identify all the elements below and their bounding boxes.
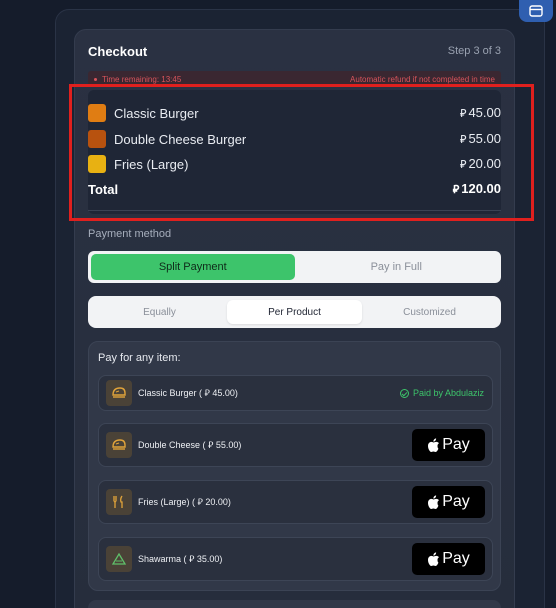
shawarma-icon: [106, 546, 132, 572]
pay-item-name: Double Cheese ( ⃁ 55.00): [138, 439, 242, 450]
step-indicator: Step 3 of 3: [447, 45, 501, 57]
order-summary: Classic Burger ⃁ 45.00 Double Cheese Burg…: [88, 90, 501, 214]
item-color-swatch: [88, 104, 106, 122]
timer-text: Time remaining: 13:45: [102, 74, 182, 84]
pay-item-row: Classic Burger ( ⃁ 45.00) Paid by Abdula…: [98, 375, 493, 411]
tab-customized[interactable]: Customized: [362, 300, 497, 324]
item-name: Classic Burger: [114, 105, 199, 121]
pay-item-row: Fries (Large) ( ⃁ 20.00) Pay: [98, 480, 493, 524]
pay-item-row: Shawarma ( ⃁ 35.00) Pay: [98, 537, 493, 581]
item-color-swatch: [88, 155, 106, 173]
summary-total-row: Total ⃁ 120.00: [88, 179, 501, 199]
summary-row: Fries (Large) ⃁ 20.00: [88, 154, 501, 174]
split-payment-option[interactable]: Split Payment: [91, 254, 295, 280]
item-price: ⃁ 20.00: [459, 156, 501, 171]
item-price: ⃁ 55.00: [459, 131, 501, 146]
burger-icon: [106, 380, 132, 406]
card-icon: [529, 5, 543, 17]
tab-per-product[interactable]: Per Product: [227, 300, 362, 324]
pay-item-name: Fries (Large) ( ⃁ 20.00): [138, 496, 231, 507]
pay-in-full-option[interactable]: Pay in Full: [295, 254, 499, 280]
tab-equally[interactable]: Equally: [92, 300, 227, 324]
fries-icon: [106, 489, 132, 515]
payment-mode-toggle: Split Payment Pay in Full: [88, 251, 501, 283]
pay-item-row: Double Cheese ( ⃁ 55.00) Pay: [98, 423, 493, 467]
summary-divider: [88, 210, 501, 211]
total-value: ⃁ 120.00: [452, 181, 501, 196]
apple-pay-label: Pay: [442, 493, 470, 510]
payment-method-label: Payment method: [88, 228, 172, 240]
apple-pay-label: Pay: [442, 550, 470, 567]
item-name: Fries (Large): [114, 156, 189, 172]
apple-icon: [428, 551, 440, 566]
apple-pay-button[interactable]: Pay: [412, 429, 485, 461]
item-color-swatch: [88, 130, 106, 148]
apple-pay-label: Pay: [442, 436, 470, 453]
next-section-edge: [88, 600, 501, 608]
refund-note: Automatic refund if not completed in tim…: [350, 74, 495, 84]
apple-icon: [428, 437, 440, 452]
paid-status-text: Paid by Abdulaziz: [412, 388, 484, 398]
burger-icon: [106, 432, 132, 458]
apple-pay-button[interactable]: Pay: [412, 543, 485, 575]
paid-status: Paid by Abdulaziz: [399, 388, 484, 398]
apple-pay-button[interactable]: Pay: [412, 486, 485, 518]
checkout-screen: Checkout Step 3 of 3 Time remaining: 13:…: [0, 0, 556, 608]
timer-banner: Time remaining: 13:45 Automatic refund i…: [88, 71, 501, 87]
card-button[interactable]: [519, 0, 553, 22]
pay-item-name: Shawarma ( ⃁ 35.00): [138, 553, 223, 564]
page-title: Checkout: [88, 44, 148, 59]
item-name: Double Cheese Burger: [114, 131, 247, 147]
total-label: Total: [88, 181, 119, 197]
apple-icon: [428, 494, 440, 509]
check-circle-icon: [399, 388, 409, 398]
summary-row: Classic Burger ⃁ 45.00: [88, 103, 501, 123]
pay-item-name: Classic Burger ( ⃁ 45.00): [138, 387, 238, 398]
split-method-tabs: Equally Per Product Customized: [88, 296, 501, 328]
pay-items-panel: Pay for any item: Classic Burger ( ⃁ 45.…: [88, 341, 501, 591]
pay-items-title: Pay for any item:: [98, 352, 181, 364]
item-price: ⃁ 45.00: [459, 105, 501, 120]
alert-dot-icon: [94, 77, 97, 81]
summary-row: Double Cheese Burger ⃁ 55.00: [88, 129, 501, 149]
